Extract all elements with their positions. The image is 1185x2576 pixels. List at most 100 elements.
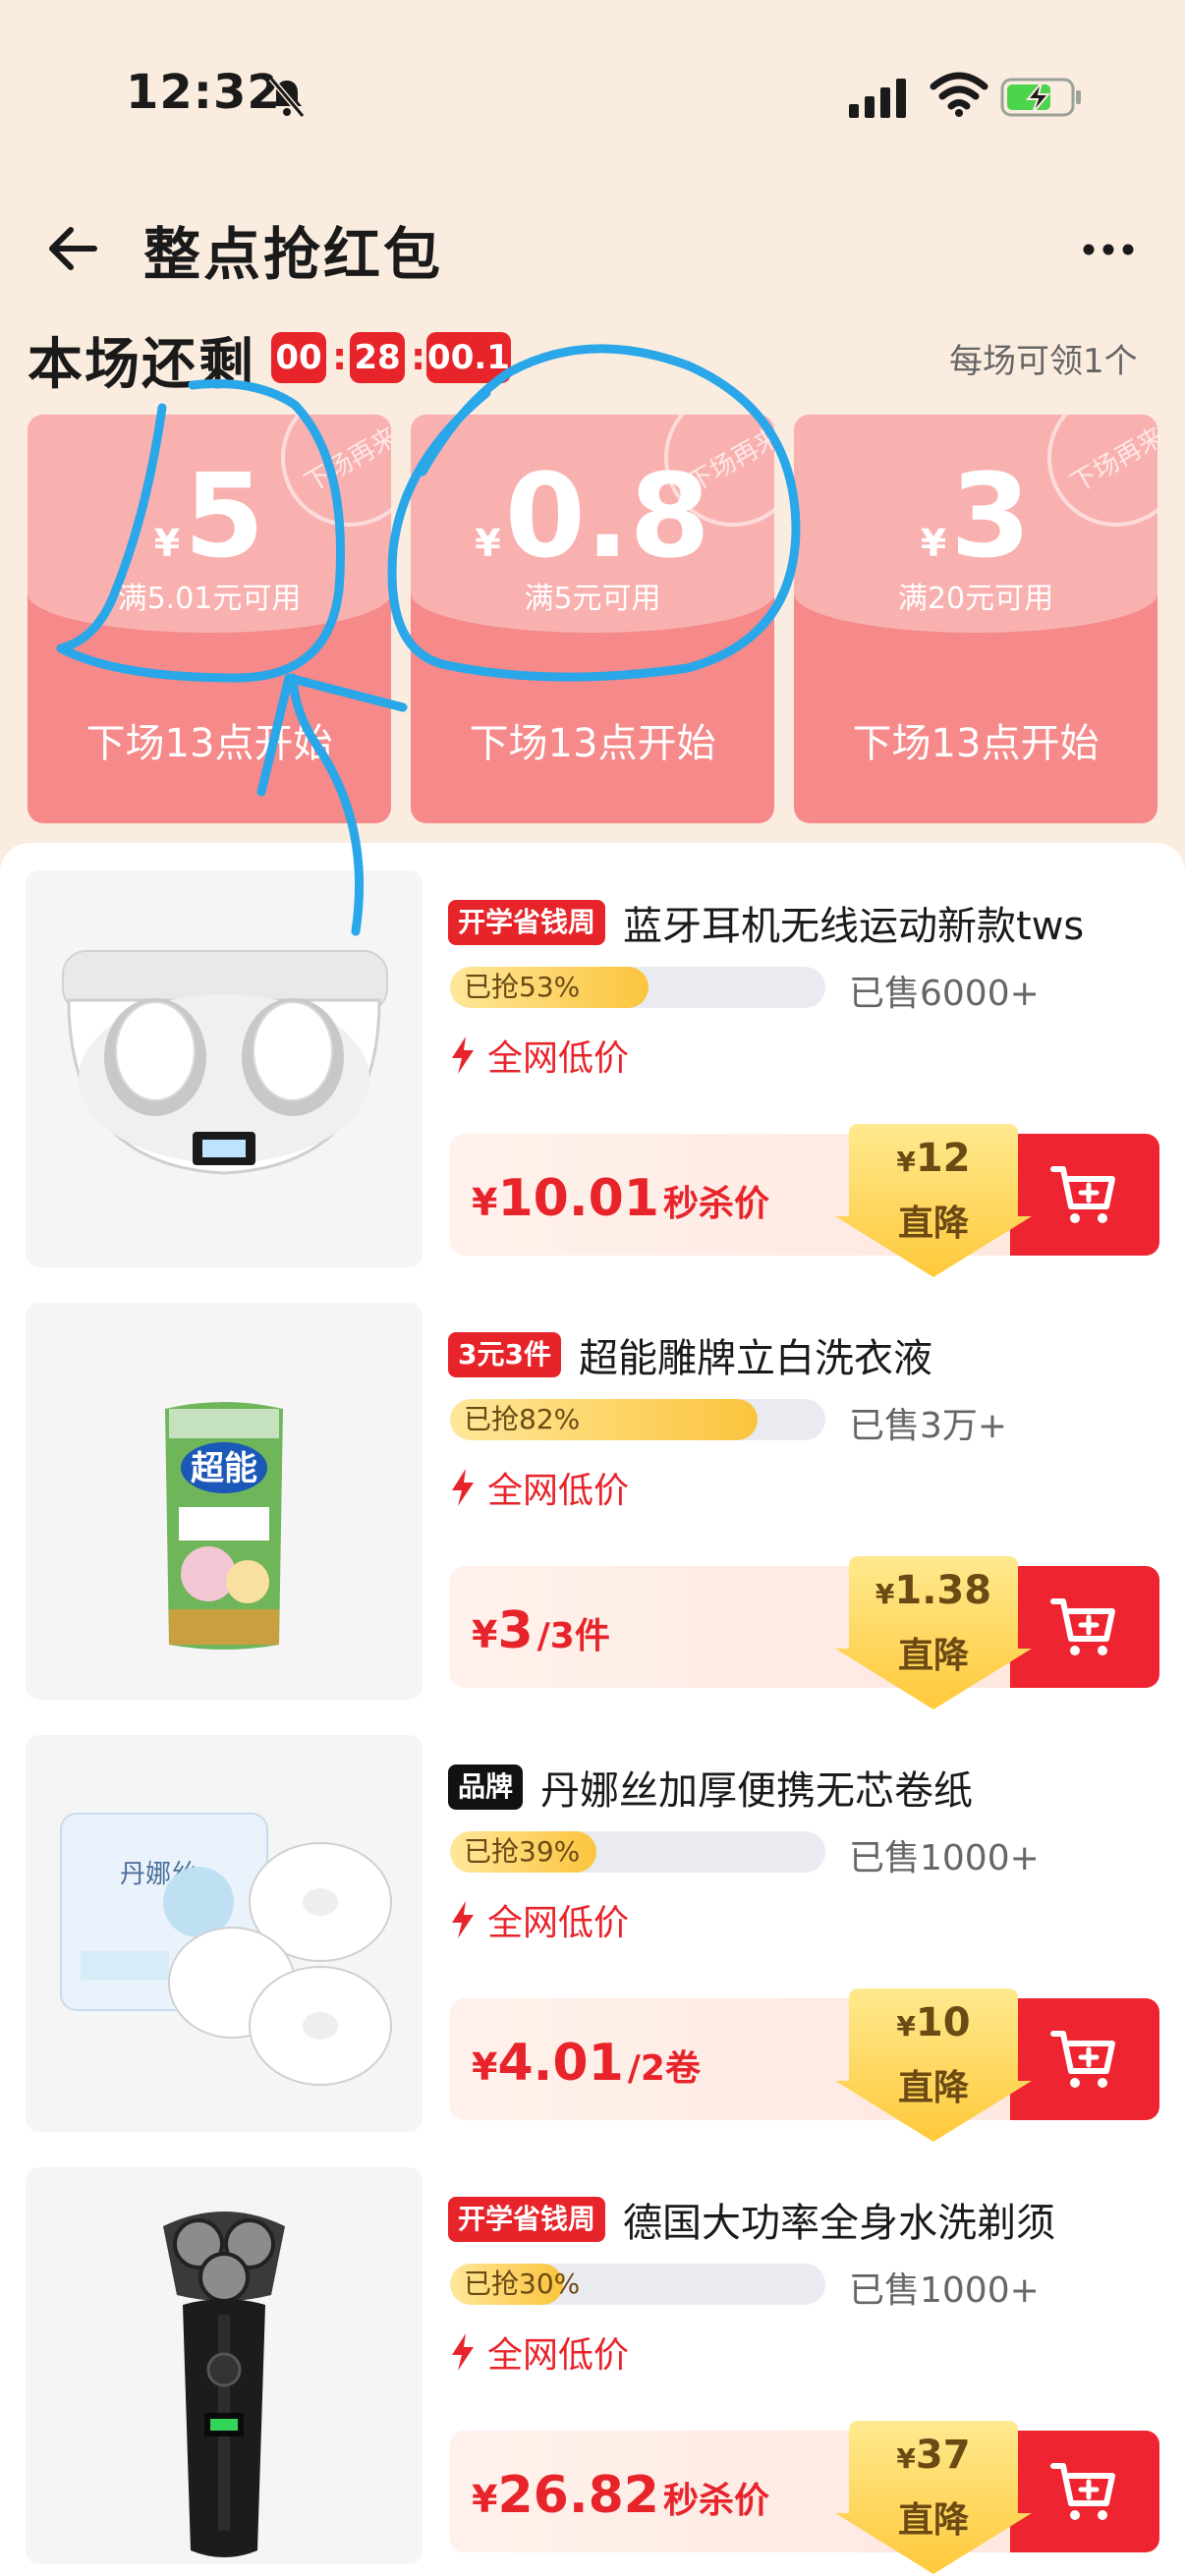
product-image-detergent[interactable]: 超能: [26, 1303, 423, 1700]
coupon-amount-value: 5: [184, 448, 265, 584]
product-item[interactable]: 丹娜丝 品牌 丹娜丝加厚便携无芯卷纸 已抢39% 已售1000+ 全网低价 ¥4.…: [0, 1708, 1185, 2142]
product-image-shaver[interactable]: [26, 2167, 423, 2564]
grab-progress-label: 已抢53%: [464, 971, 581, 1003]
price-drop-currency: ¥: [896, 1146, 916, 1178]
sold-count: 已售3万+: [849, 1406, 1008, 1446]
product-name[interactable]: 超能雕牌立白洗衣液: [579, 1326, 932, 1383]
price-bar[interactable]: ¥3/3件 ¥1.38 直降: [450, 1556, 1159, 1709]
add-to-cart-button[interactable]: [1010, 1998, 1159, 2120]
countdown-separator: :: [411, 335, 426, 378]
price-drop-label: 直降: [897, 2068, 969, 2108]
product-item[interactable]: 超能 3元3件超能雕牌立白洗衣液 已抢82% 已售3万+ 全网低价 ¥3/3件: [0, 1275, 1185, 1709]
product-title-line: 开学省钱周 德国大功率全身水洗剃须: [448, 2191, 1055, 2250]
coupon-next-session: 下场13点开始: [852, 721, 1100, 766]
coupon-card[interactable]: 下场再来 ¥0.8 满5元可用 下场13点开始: [411, 415, 774, 823]
grab-progress-label: 已抢82%: [464, 1403, 581, 1435]
product-title-line: 3元3件 超能雕牌立白洗衣液: [448, 1326, 932, 1385]
lowest-price-label: 全网低价: [487, 1903, 630, 1943]
grab-progress-bar: 已抢39%: [450, 1831, 825, 1873]
coupon-condition: 满5元可用: [524, 582, 661, 616]
price-drop-amount: ¥10: [835, 2000, 1032, 2045]
battery-charging-icon: [1000, 78, 1081, 117]
product-name[interactable]: 蓝牙耳机无线运动新款tws: [623, 894, 1084, 951]
coupon-amount-value: 0.8: [504, 448, 710, 584]
price-drop-currency: ¥: [896, 2442, 916, 2475]
coupon-amount-value: 3: [950, 448, 1032, 584]
status-time: 12:32: [126, 65, 281, 120]
coupon-amount: ¥3: [794, 458, 1157, 574]
bell-muted-icon: [268, 77, 306, 118]
price-bar[interactable]: ¥10.01 秒杀价 ¥12 直降: [450, 1124, 1159, 1277]
product-item[interactable]: 开学省钱周 蓝牙耳机无线运动新款tws 已抢53% 已售6000+ 全网低价 ¥1…: [0, 843, 1185, 1277]
sold-count: 已售1000+: [849, 1838, 1040, 1878]
coupon-amount: ¥5: [28, 458, 391, 574]
lowest-price-badge: 全网低价: [450, 1462, 629, 1513]
price-drop-amount: ¥37: [835, 2433, 1032, 2478]
product-image-toilet-paper[interactable]: 丹娜丝: [26, 1735, 423, 2132]
price-drop-value: 37: [915, 2433, 971, 2478]
lowest-price-badge: 全网低价: [450, 2326, 629, 2378]
product-tag: 开学省钱周: [448, 2197, 606, 2242]
coupon-card[interactable]: 下场再来 ¥5 满5.01元可用 下场13点开始: [28, 415, 391, 823]
cart-add-icon: [1050, 2031, 1115, 2088]
product-item[interactable]: 开学省钱周 德国大功率全身水洗剃须 已抢30% 已售1000+ 全网低价 ¥26.…: [0, 2140, 1185, 2574]
product-name[interactable]: 丹娜丝加厚便携无芯卷纸: [540, 1759, 973, 1816]
more-dots-icon[interactable]: [1079, 220, 1138, 279]
lightning-icon: [452, 1036, 474, 1074]
product-list: 开学省钱周 蓝牙耳机无线运动新款tws 已抢53% 已售6000+ 全网低价 ¥1…: [0, 843, 1185, 2576]
wifi-icon: [930, 72, 988, 117]
per-session-note: 每场可领1个: [949, 342, 1138, 381]
electric-shaver-image: [26, 2167, 423, 2564]
price-drop-badge: ¥12 直降: [835, 1124, 1032, 1277]
product-image-earbuds[interactable]: [26, 870, 423, 1267]
price-drop-label: 直降: [897, 1204, 969, 1244]
price-drop-label: 直降: [897, 1636, 969, 1676]
price-currency: ¥: [472, 2045, 498, 2089]
price-drop-amount: ¥1.38: [835, 1568, 1032, 1613]
grab-progress-bar: 已抢82%: [450, 1399, 825, 1440]
lowest-price-label: 全网低价: [487, 1038, 630, 1079]
grab-progress-label: 已抢30%: [464, 2268, 581, 2300]
price-value: 26.82: [497, 2466, 659, 2525]
coupon-amount: ¥0.8: [411, 458, 774, 574]
coupon-next-session: 下场13点开始: [469, 721, 716, 766]
lightning-icon: [452, 1901, 474, 1938]
price-suffix: /2卷: [627, 2048, 701, 2089]
price-value: 10.01: [497, 1169, 659, 1228]
detergent-pouch-image: 超能: [26, 1303, 423, 1700]
price-value: 3: [497, 1601, 534, 1660]
toilet-paper-rolls-image: 丹娜丝: [26, 1735, 423, 2132]
price-drop-currency: ¥: [875, 1578, 895, 1610]
cart-add-icon: [1050, 1166, 1115, 1223]
product-title-line: 开学省钱周 蓝牙耳机无线运动新款tws: [448, 894, 1084, 953]
product-name[interactable]: 德国大功率全身水洗剃须: [623, 2191, 1055, 2248]
back-arrow-icon[interactable]: [41, 216, 106, 281]
countdown-separator: :: [332, 335, 348, 378]
sale-price: ¥26.82 秒杀价: [472, 2466, 769, 2525]
add-to-cart-button[interactable]: [1010, 2431, 1159, 2552]
price-bar[interactable]: ¥4.01/2卷 ¥10 直降: [450, 1988, 1159, 2142]
lowest-price-label: 全网低价: [487, 1471, 630, 1511]
sale-price: ¥4.01/2卷: [472, 2034, 701, 2093]
coupon-condition: 满5.01元可用: [117, 582, 302, 616]
price-bar[interactable]: ¥26.82 秒杀价 ¥37 直降: [450, 2421, 1159, 2574]
coupon-card[interactable]: 下场再来 ¥3 满20元可用 下场13点开始: [794, 415, 1157, 823]
price-drop-value: 10: [915, 2000, 971, 2045]
product-title-line: 品牌 丹娜丝加厚便携无芯卷纸: [448, 1759, 973, 1818]
add-to-cart-button[interactable]: [1010, 1566, 1159, 1688]
lightning-icon: [452, 1469, 474, 1506]
price-currency: ¥: [472, 1181, 498, 1224]
lowest-price-badge: 全网低价: [450, 1030, 629, 1081]
sale-price: ¥10.01 秒杀价: [472, 1169, 769, 1228]
price-drop-badge: ¥1.38 直降: [835, 1556, 1032, 1709]
remaining-label: 本场还剩: [28, 333, 255, 397]
price-currency: ¥: [472, 1613, 498, 1656]
cart-add-icon: [1050, 2463, 1115, 2520]
coupon-next-session: 下场13点开始: [85, 721, 333, 766]
grab-progress-bar: 已抢53%: [450, 967, 825, 1008]
page-title: 整点抢红包: [143, 221, 444, 288]
add-to-cart-button[interactable]: [1010, 1134, 1159, 1256]
price-drop-badge: ¥37 直降: [835, 2421, 1032, 2574]
price-value: 4.01: [497, 2034, 624, 2093]
price-drop-label: 直降: [897, 2500, 969, 2541]
